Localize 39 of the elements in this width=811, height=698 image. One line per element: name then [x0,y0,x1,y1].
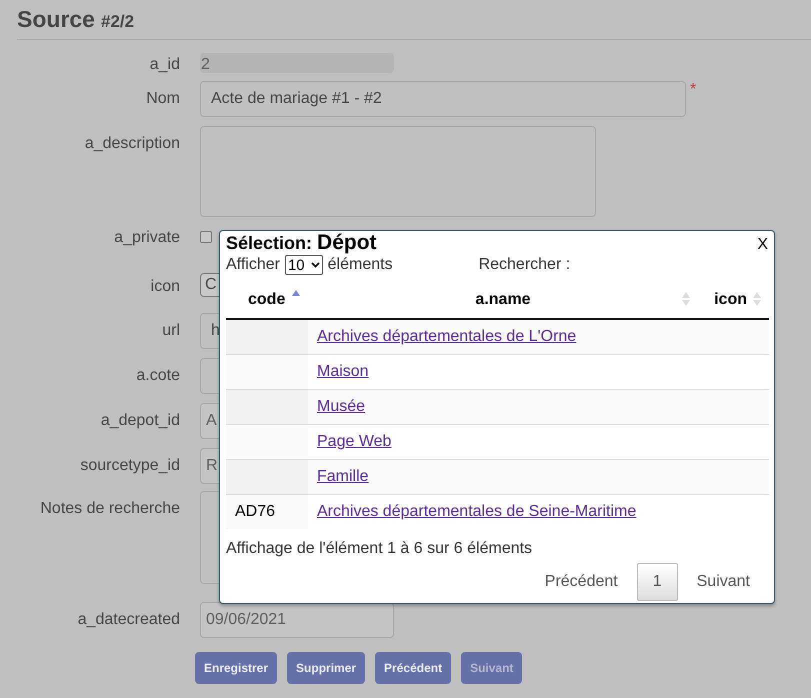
record-counter: #2/2 [100,12,134,32]
dialog-title: Sélection: Dépot [226,231,377,255]
search-label: Rechercher : [478,256,570,274]
field-label: url [161,321,180,340]
depot-link[interactable]: Page Web [317,433,392,451]
page-title: Source [17,6,95,33]
depot-link[interactable]: Maison [317,363,369,381]
form-button[interactable]: Précédent [375,652,452,684]
field-label: a_private [113,228,180,247]
table-info: Affichage de l'élément 1 à 6 sur 6 éléments [226,540,532,557]
field-label: a_description [84,134,180,153]
field-label: a_id [148,55,180,74]
field-label: icon [150,277,180,296]
length-label: éléments [328,256,393,274]
length-label: Afficher [226,256,280,274]
field-label: a.cote [135,366,180,385]
page-button[interactable]: 1 [636,563,678,601]
readonly-field: 09/06/2021 [200,602,394,638]
previous-page-button[interactable]: Précédent [526,563,637,601]
id-field: 2 [200,53,394,73]
field-label: sourcetype_id [79,456,180,475]
text-field[interactable]: Acte de mariage #1 - #2 [200,81,686,117]
page-length-select[interactable]: 10 [284,255,323,275]
field-label: Nom [145,89,180,108]
form-button[interactable]: Enregistrer [195,652,278,684]
depot-link[interactable]: Archives départementales de L'Orne [317,328,576,346]
field-label: Notes de recherche [39,499,180,518]
private-checkbox[interactable] [200,231,212,243]
caret-icon [310,262,320,268]
field-label: a_datecreated [76,610,180,629]
depot-link[interactable]: Archives départementales de Seine-Maritime [317,503,636,521]
depot-link[interactable]: Musée [317,398,366,416]
required-mark: * [690,81,696,99]
code-cell: AD76 [226,495,308,529]
close-button[interactable]: X [757,236,768,254]
next-page-button[interactable]: Suivant [678,563,769,601]
field-label: a_depot_id [100,411,180,430]
depot-link[interactable]: Famille [317,468,369,486]
form-button[interactable]: Supprimer [287,652,366,684]
